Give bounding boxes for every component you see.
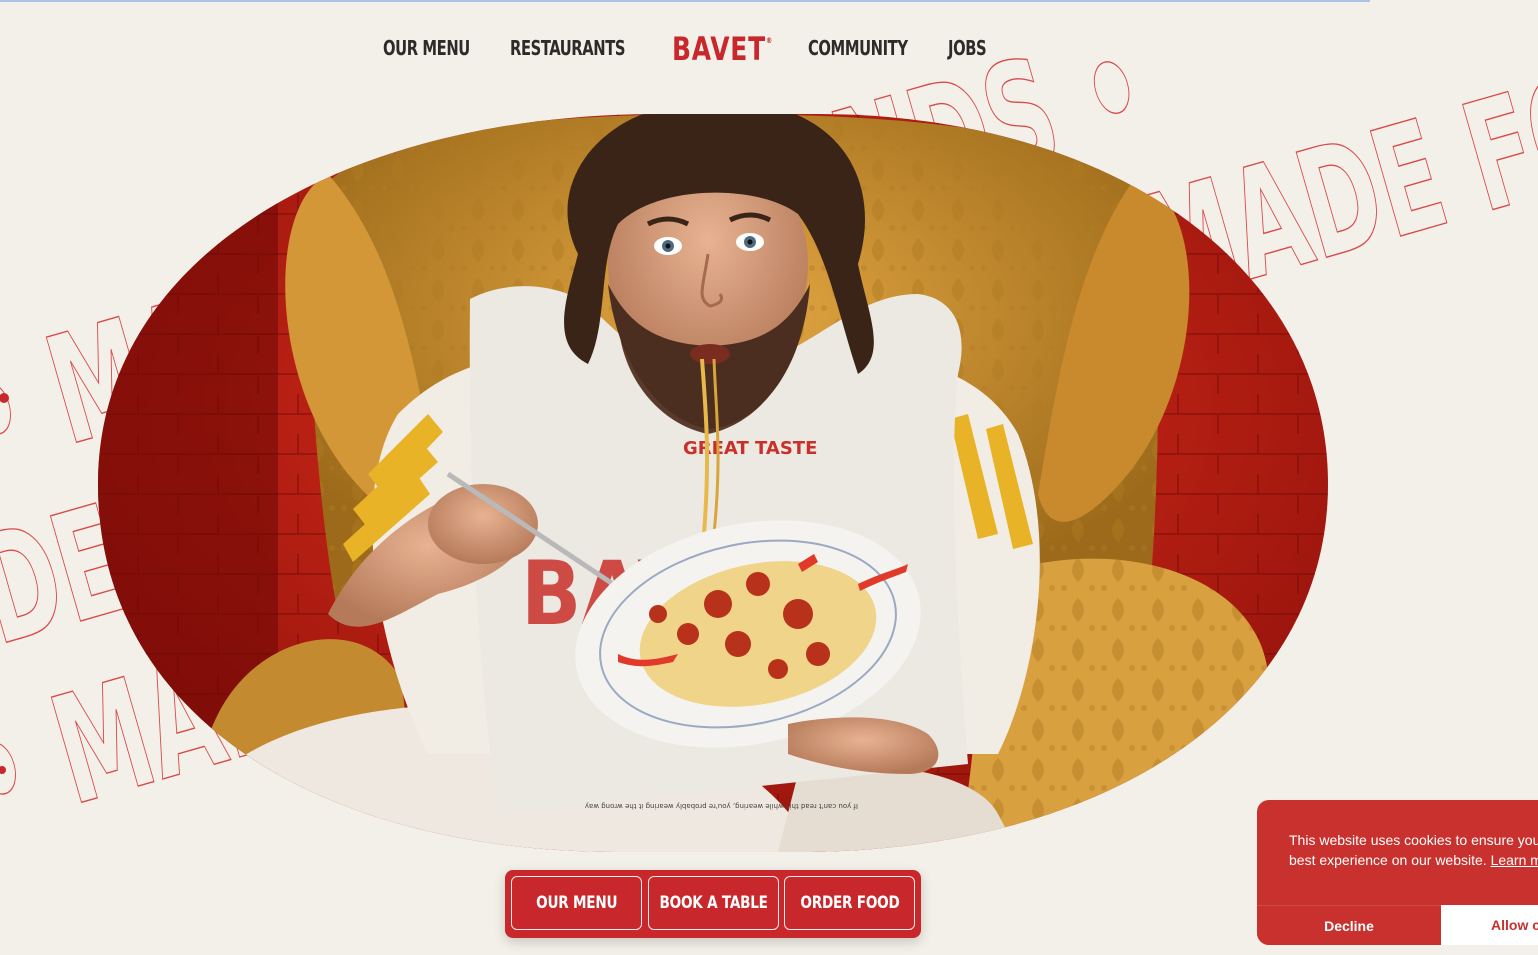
cookie-text-line-2: best experience on our website. Learn m (1289, 850, 1538, 870)
nav-community[interactable]: COMMUNITY (808, 36, 908, 60)
learn-more-link[interactable]: Learn m (1491, 852, 1538, 868)
logo-text: BAVET (672, 30, 766, 68)
hero-image: BAVET GREAT TASTE If you can't read this… (98, 114, 1328, 852)
top-navigation: OUR MENU RESTAURANTS BAVET® COMMUNITY JO… (0, 0, 1538, 100)
book-table-label: BOOK A TABLE (659, 893, 768, 913)
man-eating-spaghetti-photo: BAVET GREAT TASTE If you can't read this… (98, 114, 1328, 852)
registered-mark: ® (765, 36, 773, 45)
cookie-text-line-2-main: best experience on our website. (1289, 852, 1487, 868)
nav-our-menu[interactable]: OUR MENU (383, 36, 470, 60)
bg-dot (0, 393, 9, 403)
nav-jobs[interactable]: JOBS (948, 36, 987, 60)
cookie-banner: This website uses cookies to ensure you … (1257, 800, 1538, 945)
book-table-button[interactable]: BOOK A TABLE (648, 876, 779, 930)
cookie-message: This website uses cookies to ensure you … (1289, 830, 1538, 870)
bg-dot (0, 766, 6, 774)
our-menu-button[interactable]: OUR MENU (511, 876, 642, 930)
order-food-button[interactable]: ORDER FOOD (784, 876, 915, 930)
nav-restaurants[interactable]: RESTAURANTS (510, 36, 625, 60)
bavet-logo[interactable]: BAVET® (672, 30, 773, 68)
our-menu-label: OUR MENU (535, 893, 618, 913)
order-food-label: ORDER FOOD (799, 893, 900, 913)
cookie-text-line-1: This website uses cookies to ensure you (1289, 832, 1538, 848)
cookie-allow-button[interactable]: Allow co (1441, 905, 1538, 945)
cta-button-group: OUR MENU BOOK A TABLE ORDER FOOD (505, 870, 921, 938)
cookie-decline-button[interactable]: Decline (1257, 905, 1441, 945)
